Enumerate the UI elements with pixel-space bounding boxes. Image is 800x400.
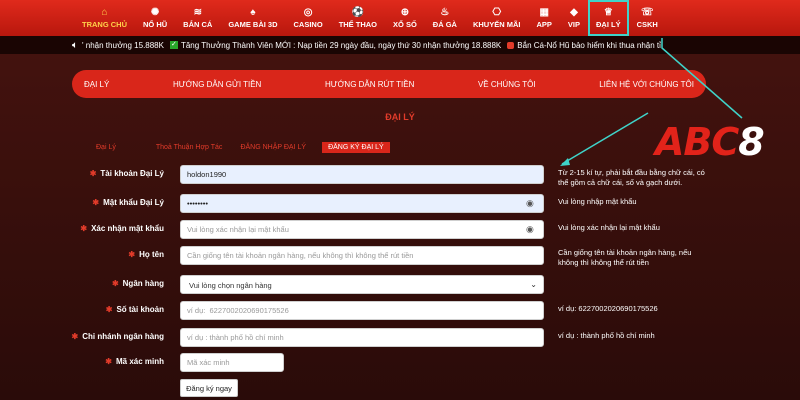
nav-item-11[interactable]: ♕ ĐẠI LÝ [588, 0, 629, 36]
account-number-input[interactable] [180, 301, 544, 320]
ticker-text-3: Bắn Cá-Nổ Hũ bảo hiểm khi thua nhận tỉ [517, 40, 661, 50]
rooster-icon: ♨ [440, 7, 450, 18]
nav-item-9[interactable]: ▦ APP [528, 0, 559, 36]
nav-item-7[interactable]: ♨ ĐÁ GÀ [425, 0, 465, 36]
eye-slash-icon[interactable]: ◉ [526, 198, 538, 209]
home-icon: ⌂ [101, 7, 108, 18]
password-label: ✱ Mật khẩu Đại Lý [92, 198, 164, 207]
nav-item-5[interactable]: ⚽ THỂ THAO [331, 0, 385, 36]
captcha-label: ✱ Mã xác minh [105, 357, 164, 366]
account-number-hint: ví dụ: 6227002020690175526 [558, 304, 658, 313]
subnav-withdraw-guide[interactable]: HƯỚNG DẪN RÚT TIỀN [325, 80, 414, 89]
nav-item-0[interactable]: ⌂ TRANG CHỦ [74, 0, 135, 36]
bank-select-value: Vui lòng chọn ngân hàng [189, 281, 272, 290]
nav-item-label: ĐÁ GÀ [432, 20, 457, 29]
account-hint: Từ 2-15 kí tự, phải bắt đầu bằng chữ cái… [558, 168, 705, 187]
full-name-input[interactable] [180, 246, 544, 265]
bank-label: ✱ Ngân hàng [111, 279, 164, 288]
nav-item-1[interactable]: ✺ NỔ HŨ [135, 0, 175, 36]
nav-item-label: ĐẠI LÝ [596, 20, 621, 29]
tab-agent-register[interactable]: ĐĂNG KÝ ĐẠI LÝ [322, 141, 390, 153]
subnav-agent[interactable]: ĐẠI LÝ [84, 80, 109, 89]
announcement-ticker: 🔈︎ ' nhận thưởng 15.888K ✓ Tăng Thưởng T… [0, 36, 800, 54]
register-button[interactable]: Đăng ký ngay [180, 379, 238, 397]
subnav-about-us[interactable]: VỀ CHÚNG TÔI [478, 80, 536, 89]
nav-item-8[interactable]: ⎔ KHUYẾN MÃI [465, 0, 529, 36]
account-number-label: ✱ Số tài khoản [105, 305, 164, 314]
nav-item-10[interactable]: ◆ VIP [560, 0, 588, 36]
eye-slash-icon[interactable]: ◉ [526, 224, 538, 235]
nav-item-label: XỔ SỐ [393, 20, 417, 29]
nav-item-label: APP [536, 20, 552, 29]
nav-item-label: BẮN CÁ [183, 20, 213, 29]
nav-item-label: CSKH [636, 20, 658, 29]
agent-icon: ♕ [603, 7, 613, 18]
chevron-down-icon: ⌄ [530, 280, 537, 289]
tab-agent[interactable]: Đại Lý [96, 144, 116, 151]
account-input[interactable] [180, 165, 544, 184]
abc8-logo: ABC8 [655, 120, 765, 164]
app-icon: ▦ [539, 7, 549, 18]
nav-item-label: CASINO [293, 20, 323, 29]
branch-label: ✱ Chi nhánh ngân hàng [71, 332, 164, 341]
check-icon: ✓ [169, 41, 178, 49]
nav-item-4[interactable]: ◎ CASINO [286, 0, 331, 36]
nav-item-12[interactable]: ☏ CSKH [629, 0, 666, 36]
nav-item-label: TRANG CHỦ [82, 20, 127, 29]
branch-hint: ví dụ : thành phố hồ chí minh [558, 331, 655, 340]
sub-nav: ĐẠI LÝ HƯỚNG DẪN GỬI TIỀN HƯỚNG DẪN RÚT … [72, 70, 706, 98]
chip-icon: ◎ [303, 7, 313, 18]
lottery-icon: ⊕ [400, 7, 410, 18]
captcha-input[interactable] [180, 353, 284, 372]
ticker-text-1: ' nhận thưởng 15.888K [82, 40, 164, 50]
password-input[interactable] [180, 194, 544, 213]
name-hint: Cần giống tên tài khoản ngân hàng, nếu k… [558, 248, 692, 267]
nav-item-label: NỔ HŨ [143, 20, 168, 29]
nav-item-label: THỂ THAO [338, 20, 378, 29]
nav-item-2[interactable]: ≋ BẮN CÁ [175, 0, 220, 36]
diamond-icon: ◆ [570, 7, 578, 18]
ticker-text-2: Tăng Thưởng Thành Viên MỚI : Nạp tiền 29… [180, 40, 502, 50]
tab-agent-login[interactable]: ĐĂNG NHẬP ĐẠI LÝ [240, 144, 306, 151]
jackpot-icon: ✺ [150, 7, 160, 18]
subnav-contact-us[interactable]: LIÊN HỆ VỚI CHÚNG TÔI [599, 80, 694, 89]
confirm-password-input[interactable] [180, 220, 544, 239]
tab-agreement[interactable]: Thoả Thuận Hợp Tác [156, 144, 223, 151]
speaker-icon: 🔈︎ [72, 39, 78, 51]
sports-icon: ⚽ [351, 7, 365, 18]
top-nav: ⌂ TRANG CHỦ ✺ NỔ HŨ ≋ BẮN CÁ ♠ GAME BÀI 3D ◎ CASI… [0, 0, 800, 36]
nav-item-3[interactable]: ♠ GAME BÀI 3D [220, 0, 285, 36]
password-hint: Vui lòng nhập mật khẩu [558, 197, 637, 206]
bank-select[interactable]: Vui lòng chọn ngân hàng ⌄ [180, 275, 544, 294]
nav-item-label: KHUYẾN MÃI [472, 20, 521, 29]
agent-tabs: Đại Lý Thoả Thuận Hợp Tác ĐĂNG NHẬP ĐẠI … [96, 140, 390, 154]
nav-item-6[interactable]: ⊕ XỔ SỐ [385, 0, 425, 36]
account-label: ✱ Tài khoản Đại Lý [89, 169, 164, 178]
support-icon: ☏ [640, 7, 654, 18]
captcha-row: ✱ Mã xác minh [0, 353, 800, 373]
confirm-hint: Vui lòng xác nhận lại mật khẩu [558, 223, 660, 232]
branch-input[interactable] [180, 328, 544, 347]
fish-badge-icon [507, 41, 515, 49]
gift-icon: ⎔ [492, 7, 502, 18]
nav-item-label: VIP [567, 20, 580, 29]
subnav-deposit-guide[interactable]: HƯỚNG DẪN GỬI TIỀN [173, 80, 261, 89]
confirm-label: ✱ Xác nhận mật khẩu [80, 224, 164, 233]
cards-icon: ♠ [250, 7, 256, 18]
bank-row: ✱ Ngân hàng Vui lòng chọn ngân hàng ⌄ [0, 275, 800, 295]
nav-item-label: GAME BÀI 3D [228, 20, 278, 29]
name-label: ✱ Họ tên [128, 250, 164, 259]
fish-icon: ≋ [193, 7, 202, 18]
